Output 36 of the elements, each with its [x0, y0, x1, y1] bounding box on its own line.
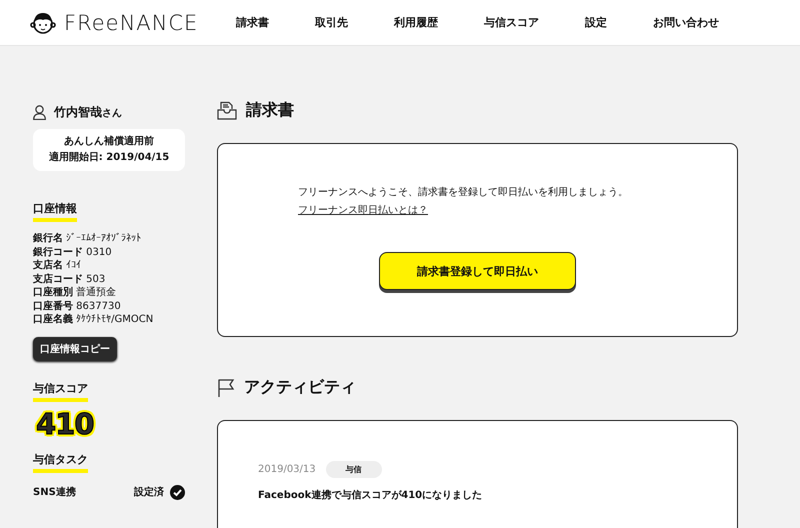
nav-link[interactable]: お問い合わせ: [630, 15, 742, 30]
nav-link[interactable]: 設定: [562, 15, 630, 30]
user-name: 竹内智哉さん: [54, 104, 122, 121]
register-invoice-button[interactable]: 請求書登録して即日払い: [379, 252, 576, 290]
nav-link[interactable]: 利用履歴: [371, 15, 461, 30]
status-text: あんしん補償適用前: [63, 134, 155, 149]
section-heading: 口座情報: [33, 201, 77, 222]
account-detail: 口座種別 普通預金: [33, 286, 118, 300]
section-title: 請求書: [246, 100, 294, 121]
inbox-icon: [217, 101, 237, 120]
account-detail: 銀行コード 0310: [33, 246, 113, 259]
logo-text: FReeNANCE: [64, 10, 198, 34]
nav-link[interactable]: 取引先: [292, 15, 371, 30]
info-link[interactable]: フリーナンス即日払いとは？: [298, 205, 428, 216]
account-detail: 口座番号 8637730: [33, 300, 122, 313]
status-text: 適用開始日: 2019/04/15: [48, 150, 170, 165]
task-status: 設定済: [134, 485, 164, 499]
section-title: アクティビティ: [244, 377, 356, 398]
nav-link[interactable]: 請求書: [213, 15, 292, 30]
flag-icon: [217, 378, 235, 398]
task-label: SNS連携: [33, 486, 76, 499]
category-tag: 与信: [326, 461, 382, 478]
user-icon: [33, 105, 46, 120]
welcome-message: フリーナンスへようこそ、請求書を登録して即日払いを利用しましょう。: [298, 186, 629, 200]
section-heading: 与信タスク: [33, 452, 88, 472]
nav-link[interactable]: 与信スコア: [461, 15, 562, 30]
section-heading: 与信スコア: [33, 380, 88, 402]
account-detail: 口座名義 ﾀｹｳﾁﾄﾓﾔ/GMOCN: [33, 313, 154, 326]
account-detail: 支店コード 503: [33, 272, 106, 286]
activity-text: Facebook連携で与信スコアが410になりました: [258, 488, 484, 502]
copy-button[interactable]: 口座情報コピー: [33, 336, 117, 360]
account-detail: 銀行名 ｼﾞｰｴﾑｵｰｱｵｿﾞﾗﾈｯﾄ: [33, 232, 142, 246]
activity-date: 2019/03/13: [258, 464, 316, 475]
score-value: 410: [35, 408, 95, 440]
account-detail: 支店名 ｲｺｲ: [33, 259, 82, 272]
logo-icon: [30, 10, 56, 34]
